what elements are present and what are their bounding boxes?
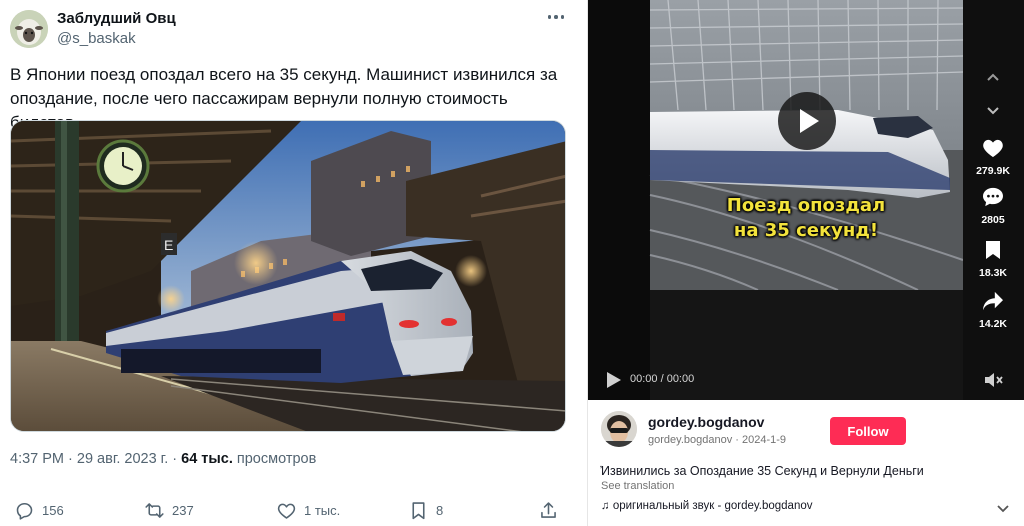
views-count: 64 тыс. <box>181 451 233 467</box>
sound-link[interactable]: ♫ оригинальный звук - gordey.bogdanov <box>601 500 813 512</box>
video-description: ҆Извинились за Опоздание 35 Секунд и Вер… <box>601 464 924 478</box>
comments-count: 2805 <box>981 214 1005 226</box>
author-handle[interactable]: @s_baskak <box>57 30 136 47</box>
bookmark-icon <box>412 501 425 519</box>
share-button[interactable] <box>538 496 559 524</box>
tweet-date[interactable]: 29 авг. 2023 г. <box>77 451 168 467</box>
creator-subline: gordey.bogdanov · 2024-1-9 <box>648 434 787 446</box>
tweet-photo[interactable]: E <box>10 120 566 432</box>
reply-icon <box>16 502 33 520</box>
play-icon <box>800 109 819 133</box>
reply-count: 156 <box>42 502 64 518</box>
previous-video-button[interactable] <box>974 70 1012 91</box>
retweet-icon <box>145 502 164 518</box>
video-time: 00:00 / 00:00 <box>630 373 695 385</box>
like-button[interactable]: 1 тыс. <box>276 496 340 524</box>
save-button[interactable]: 18.3K <box>974 240 1012 279</box>
views-label: просмотров <box>232 451 317 467</box>
chevron-up-icon <box>987 73 999 81</box>
more-options-icon[interactable] <box>542 6 570 28</box>
play-button[interactable] <box>778 92 836 150</box>
video-caption: Поезд опоздал на 35 секунд! <box>726 195 886 241</box>
retweet-count: 237 <box>172 502 194 518</box>
tweet-meta: 4:37 PM · 29 авг. 2023 г. · 64 тыс. прос… <box>10 451 317 467</box>
retweet-button[interactable]: 237 <box>144 496 194 524</box>
bookmark-button[interactable]: 8 <box>408 496 443 524</box>
bookmark-icon <box>986 241 1000 259</box>
like-count: 1 тыс. <box>304 502 341 518</box>
likes-count: 279.9K <box>976 165 1010 177</box>
shares-count: 14.2K <box>978 318 1008 330</box>
tweet-actions: 156 237 1 тыс. 8 <box>10 496 570 524</box>
share-video-button[interactable]: 14.2K <box>974 291 1012 330</box>
author-name[interactable]: Заблудший Овц <box>57 10 176 27</box>
heart-icon <box>277 503 296 519</box>
chevron-down-icon <box>987 107 999 115</box>
like-video-button[interactable]: 279.9K <box>974 138 1012 177</box>
share-arrow-icon <box>983 291 1003 311</box>
follow-button[interactable]: Follow <box>830 417 906 445</box>
author-avatar[interactable] <box>10 10 48 48</box>
video-controls: 00:00 / 00:00 <box>588 362 1024 398</box>
saves-count: 18.3K <box>978 267 1008 279</box>
comments-button[interactable]: 2805 <box>974 187 1012 226</box>
video-player[interactable]: Поезд опоздал на 35 секунд! 279.9K 2805 … <box>588 0 1024 400</box>
expand-chevron-icon[interactable] <box>996 501 1010 515</box>
play-small-icon[interactable] <box>606 371 622 389</box>
reply-button[interactable]: 156 <box>14 496 64 524</box>
creator-username[interactable]: gordey.bogdanov <box>648 414 764 430</box>
share-icon <box>541 501 556 518</box>
comment-icon <box>983 187 1003 207</box>
creator-avatar[interactable] <box>601 411 637 447</box>
mute-icon[interactable] <box>984 371 1004 389</box>
platform-sign-label: E <box>164 237 173 253</box>
next-video-button[interactable] <box>974 102 1012 123</box>
see-translation-link[interactable]: See translation <box>601 480 674 492</box>
tweet-time[interactable]: 4:37 PM <box>10 451 64 467</box>
tweet-card: Заблудший Овц @s_baskak В Японии поезд о… <box>0 0 580 526</box>
bookmark-count: 8 <box>436 502 444 518</box>
heart-icon <box>983 139 1003 158</box>
